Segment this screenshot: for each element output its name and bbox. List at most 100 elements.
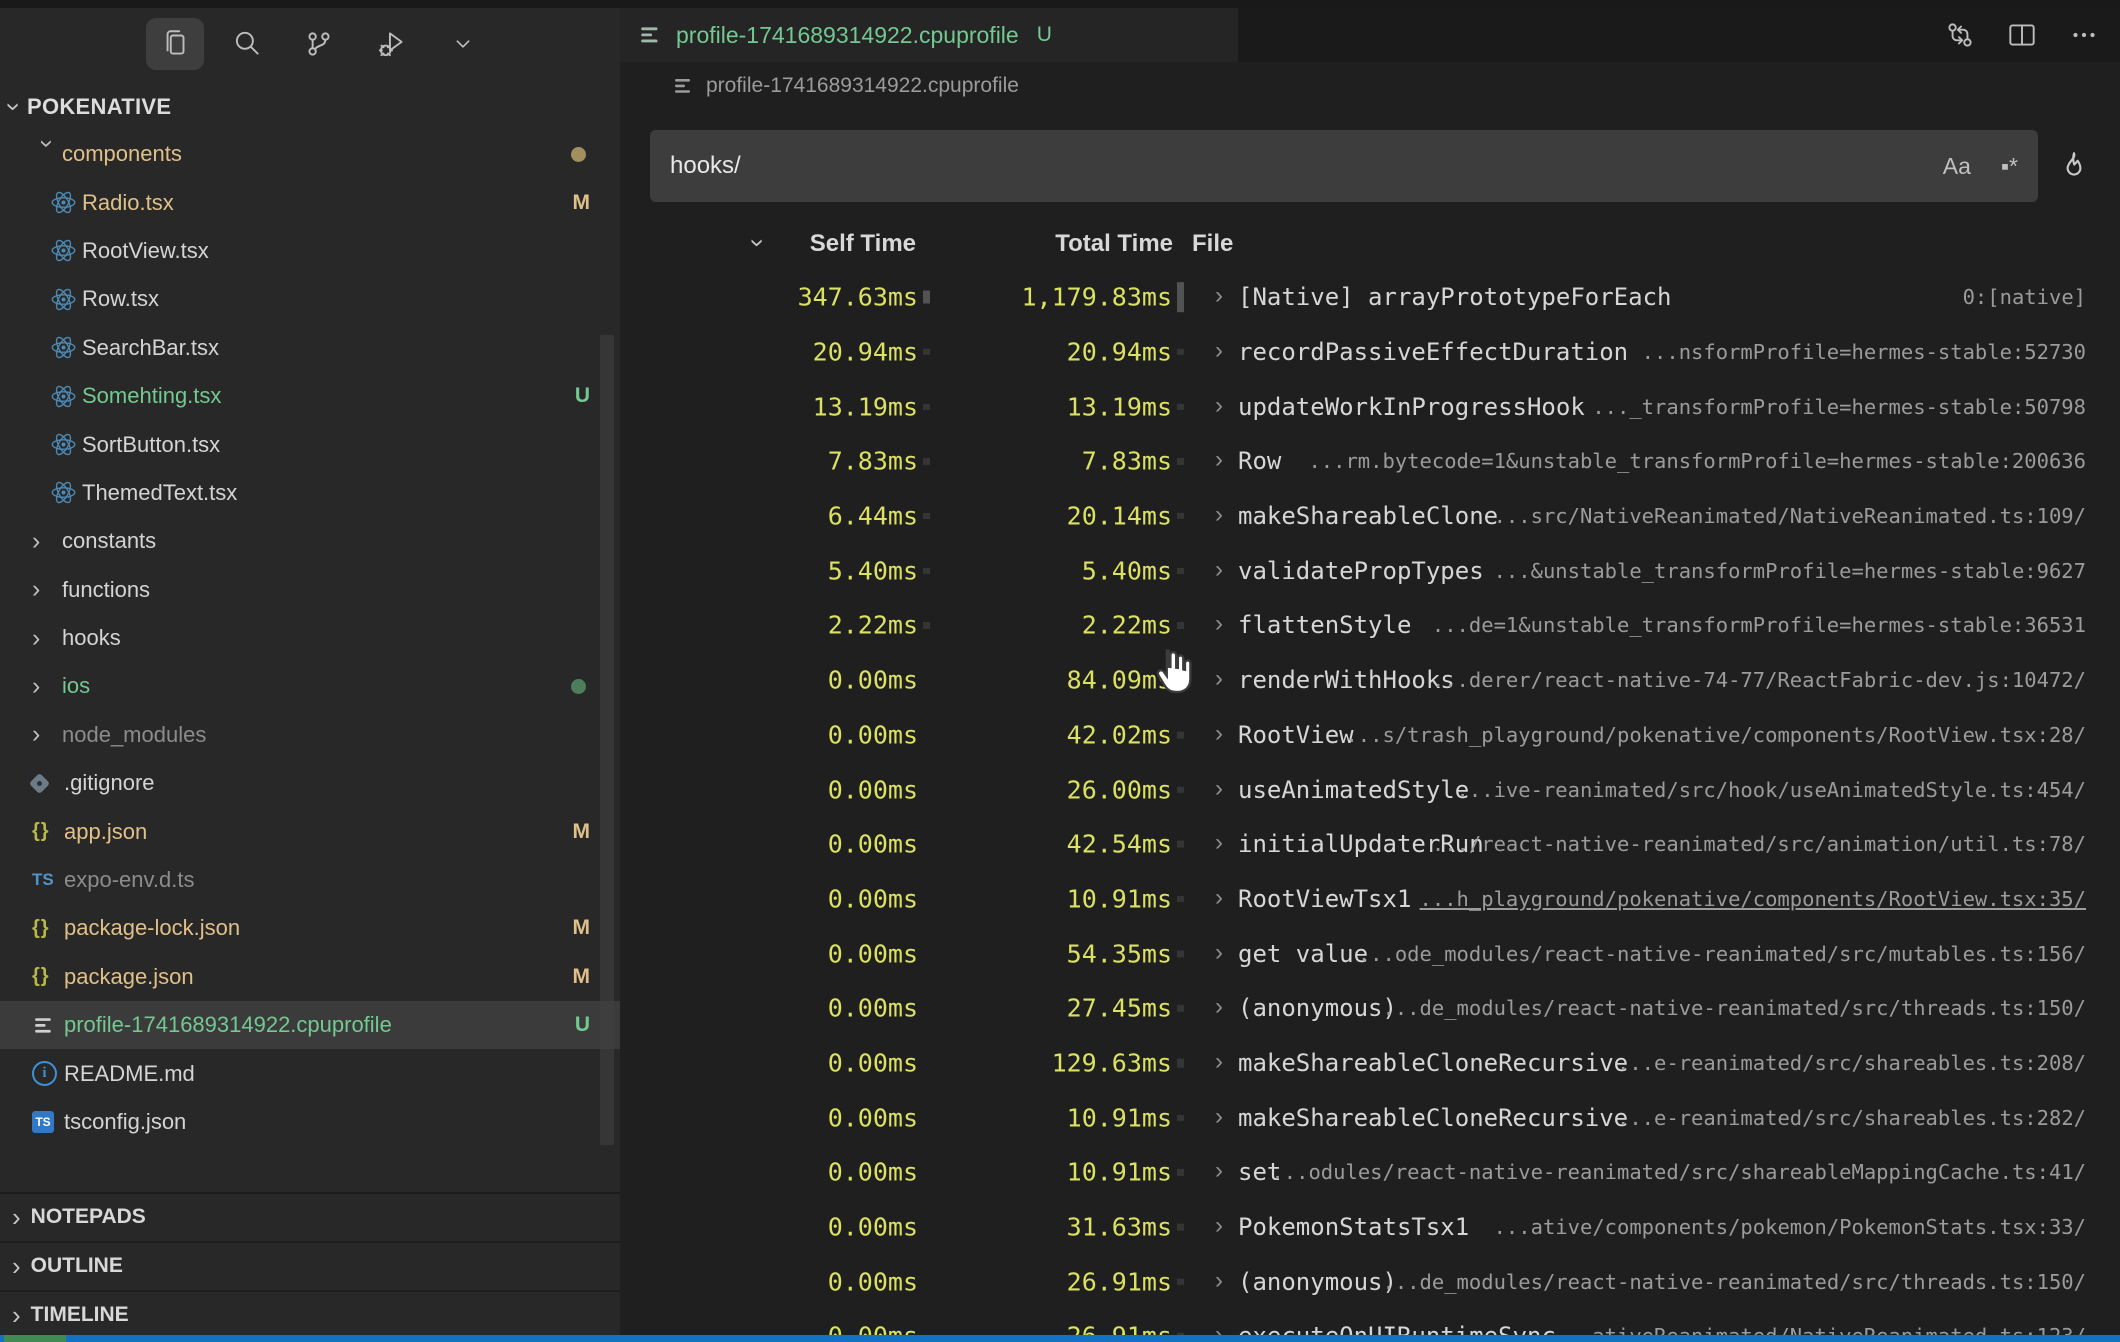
more-actions-icon[interactable] — [2062, 13, 2106, 57]
expand-chevron-icon[interactable]: › — [1215, 1157, 1223, 1185]
panel-timeline[interactable]: › TIMELINE — [0, 1290, 620, 1335]
file-location-link[interactable]: ...e-reanimated/src/shareables.ts:208/ — [1617, 1051, 2086, 1075]
expand-chevron-icon[interactable]: › — [1215, 337, 1223, 365]
filter-input[interactable]: hooks/ Aa ▪* — [650, 130, 2038, 202]
expand-chevron-icon[interactable]: › — [1215, 829, 1223, 857]
sidebar-scrollbar[interactable] — [600, 335, 614, 1145]
profile-row[interactable]: 0.00ms 10.91ms › makeShareableCloneRecur… — [620, 1090, 2120, 1145]
tree-item[interactable]: .gitignore — [0, 759, 620, 807]
expand-chevron-icon[interactable]: › — [1215, 556, 1223, 584]
source-control-icon[interactable] — [290, 18, 348, 70]
profile-row[interactable]: 0.00ms 42.02ms › RootView ...s/trash_pla… — [620, 708, 2120, 763]
file-location-link[interactable]: ...src/NativeReanimated/NativeReanimated… — [1494, 504, 2086, 528]
file-location-link[interactable]: ...de_modules/react-native-reanimated/sr… — [1383, 1270, 2087, 1294]
tree-item[interactable]: {} package.json M — [0, 953, 620, 1001]
tab-cpuprofile[interactable]: profile-1741689314922.cpuprofile U — [620, 8, 1238, 62]
tree-item[interactable]: i README.md — [0, 1049, 620, 1097]
open-changes-icon[interactable] — [1938, 13, 1982, 57]
expand-chevron-icon[interactable]: › — [1215, 446, 1223, 474]
file-location-link[interactable]: ...ative/components/pokemon/PokemonStats… — [1494, 1215, 2086, 1239]
expand-chevron-icon[interactable]: › — [1215, 1212, 1223, 1240]
tree-item[interactable]: TS expo-env.d.ts — [0, 856, 620, 904]
tree-item[interactable]: ThemedText.tsx — [0, 469, 620, 517]
expand-chevron-icon[interactable]: › — [1215, 610, 1223, 638]
expand-chevron-icon[interactable]: › — [1215, 392, 1223, 420]
panel-notepads[interactable]: › NOTEPADS — [0, 1192, 620, 1239]
expand-chevron-icon[interactable]: › — [1215, 665, 1223, 693]
file-location-link[interactable]: ...ode_modules/react-native-reanimated/s… — [1358, 942, 2086, 966]
search-icon[interactable] — [218, 18, 276, 70]
tree-item[interactable]: RootView.tsx — [0, 227, 620, 275]
file-location-link[interactable]: ...odules/react-native-reanimated/src/sh… — [1271, 1160, 2086, 1184]
split-editor-icon[interactable] — [2000, 13, 2044, 57]
file-location-link[interactable]: ...h_playground/pokenative/components/Ro… — [1420, 887, 2086, 911]
profile-row[interactable]: 5.40ms 5.40ms › validatePropTypes ...&un… — [620, 543, 2120, 598]
profile-row[interactable]: 347.63ms 1,179.83ms › [Native] arrayProt… — [620, 270, 2120, 325]
panel-outline[interactable]: › OUTLINE — [0, 1241, 620, 1288]
match-case-icon[interactable]: Aa — [1943, 153, 1971, 180]
tree-item[interactable]: › components — [0, 130, 620, 178]
expand-chevron-icon[interactable]: › — [1215, 1103, 1223, 1131]
profile-row[interactable]: 0.00ms 10.91ms › RootViewTsx1 ...h_playg… — [620, 872, 2120, 927]
profile-row[interactable]: 0.00ms 129.63ms › makeShareableCloneRecu… — [620, 1036, 2120, 1091]
expand-chevron-icon[interactable]: › — [1215, 1267, 1223, 1295]
file-location-link[interactable]: ...ive-reanimated/src/hook/useAnimatedSt… — [1457, 778, 2086, 802]
file-location-link[interactable]: ...derer/react-native-74-77/ReactFabric-… — [1432, 668, 2086, 692]
column-file[interactable]: File — [1192, 230, 1233, 258]
tree-item[interactable]: › ios — [0, 662, 620, 710]
explorer-icon[interactable] — [146, 18, 204, 70]
expand-chevron-icon[interactable]: › — [1215, 993, 1223, 1021]
tree-item[interactable]: SortButton.tsx — [0, 420, 620, 468]
tree-item[interactable]: Row.tsx — [0, 275, 620, 323]
explorer-section-header[interactable]: › POKENATIVE — [10, 94, 171, 120]
tree-item[interactable]: › node_modules — [0, 711, 620, 759]
tree-item[interactable]: {} app.json M — [0, 807, 620, 855]
profile-row[interactable]: 2.22ms 2.22ms › flattenStyle ...de=1&uns… — [620, 598, 2120, 653]
file-location-link[interactable]: ..._transformProfile=hermes-stable:50798 — [1592, 395, 2086, 419]
profile-row[interactable]: 0.00ms 26.00ms › useAnimatedStyle ...ive… — [620, 762, 2120, 817]
profile-row[interactable]: 0.00ms 31.63ms › PokemonStatsTsx1 ...ati… — [620, 1200, 2120, 1255]
profile-row[interactable]: 0.00ms 26.91ms › executeOnUIRuntimeSync … — [620, 1309, 2120, 1335]
tree-item[interactable]: › hooks — [0, 614, 620, 662]
column-self-time[interactable]: Self Time — [620, 230, 916, 258]
regex-icon[interactable]: ▪* — [2001, 153, 2018, 180]
run-debug-icon[interactable] — [362, 18, 420, 70]
profile-row[interactable]: 7.83ms 7.83ms › Row ...rm.bytecode=1&uns… — [620, 434, 2120, 489]
file-location-link[interactable]: ...s/trash_playground/pokenative/compone… — [1345, 723, 2086, 747]
file-location-link[interactable]: .../react-native-reanimated/src/animatio… — [1432, 832, 2086, 856]
profile-row[interactable]: 6.44ms 20.14ms › makeShareableClone ...s… — [620, 489, 2120, 544]
tree-item[interactable]: {} package-lock.json M — [0, 904, 620, 952]
profile-row[interactable]: 0.00ms 26.91ms › (anonymous) ...de_modul… — [620, 1254, 2120, 1309]
tree-item[interactable]: TS tsconfig.json — [0, 1098, 620, 1146]
more-views-chevron-icon[interactable] — [434, 18, 492, 70]
profile-row[interactable]: 13.19ms 13.19ms › updateWorkInProgressHo… — [620, 379, 2120, 434]
file-location-link[interactable]: ...&unstable_transformProfile=hermes-sta… — [1494, 559, 2086, 583]
file-location-link[interactable]: ...de=1&unstable_transformProfile=hermes… — [1432, 613, 2086, 637]
profile-row[interactable]: 0.00ms 42.54ms › initialUpdaterRun .../r… — [620, 817, 2120, 872]
tree-item[interactable]: › constants — [0, 517, 620, 565]
profile-row[interactable]: 0.00ms 10.91ms › set ...odules/react-nat… — [620, 1145, 2120, 1200]
expand-chevron-icon[interactable]: › — [1215, 1048, 1223, 1076]
profile-row[interactable]: 0.00ms 84.09ms › renderWithHooks ...dere… — [620, 653, 2120, 708]
file-location-link[interactable]: ...nsformProfile=hermes-stable:52730 — [1642, 340, 2086, 364]
file-location-link[interactable]: ...e-reanimated/src/shareables.ts:282/ — [1617, 1106, 2086, 1130]
breadcrumb[interactable]: profile-1741689314922.cpuprofile — [620, 62, 2120, 110]
expand-chevron-icon[interactable]: › — [1215, 884, 1223, 912]
file-location-link[interactable]: ...rm.bytecode=1&unstable_transformProfi… — [1308, 449, 2086, 473]
file-location-link[interactable]: ...de_modules/react-native-reanimated/sr… — [1383, 996, 2087, 1020]
expand-chevron-icon[interactable]: › — [1215, 774, 1223, 802]
flame-graph-icon[interactable] — [2048, 140, 2100, 192]
tree-item[interactable]: Somehting.tsx U — [0, 372, 620, 420]
tree-item[interactable]: profile-1741689314922.cpuprofile U — [0, 1001, 620, 1049]
file-location-link[interactable]: 0:[native] — [1963, 285, 2086, 309]
profile-row[interactable]: 0.00ms 54.35ms › get value ...ode_module… — [620, 926, 2120, 981]
file-location-link[interactable]: ...ativeReanimated/NativeReanimated.ts:1… — [1555, 1324, 2086, 1335]
expand-chevron-icon[interactable]: › — [1215, 720, 1223, 748]
expand-chevron-icon[interactable]: › — [1215, 501, 1223, 529]
tree-item[interactable]: Radio.tsx M — [0, 178, 620, 226]
expand-chevron-icon[interactable]: › — [1215, 938, 1223, 966]
expand-chevron-icon[interactable]: › — [1215, 282, 1223, 310]
tree-item[interactable]: SearchBar.tsx — [0, 324, 620, 372]
tree-item[interactable]: › functions — [0, 566, 620, 614]
profile-row[interactable]: 20.94ms 20.94ms › recordPassiveEffectDur… — [620, 325, 2120, 380]
